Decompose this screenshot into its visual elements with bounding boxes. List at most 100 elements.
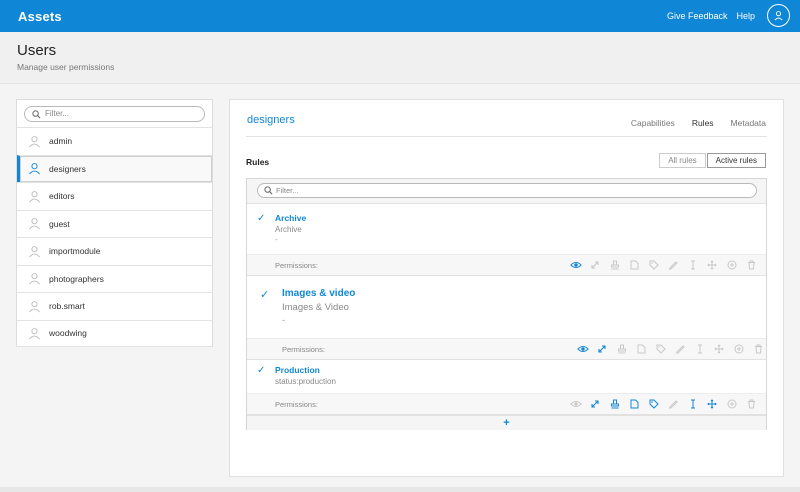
user-icon [29, 300, 40, 313]
pencil-icon[interactable] [671, 342, 691, 356]
user-item-label: admin [49, 136, 73, 147]
user-icon [29, 190, 40, 203]
trash-icon[interactable] [749, 342, 769, 356]
give-feedback-link[interactable]: Give Feedback [667, 11, 728, 21]
permission-icons [566, 397, 761, 411]
user-item-editors[interactable]: editors [17, 182, 212, 210]
permissions-label: Permissions: [282, 345, 325, 354]
rules-toggle: All rules Active rules [659, 153, 766, 168]
user-item-woodwing[interactable]: woodwing [17, 319, 212, 347]
rule-name[interactable]: Archive [275, 213, 306, 223]
user-icon [29, 245, 40, 258]
user-item-photographers[interactable]: photographers [17, 264, 212, 293]
active-rules-button[interactable]: Active rules [706, 153, 766, 168]
rule-filter-placeholder: Filter... [276, 186, 299, 195]
tag-icon[interactable] [651, 342, 671, 356]
rule-production[interactable]: ✓ Production status:production Permissio… [247, 360, 766, 415]
page-bottom-edge [0, 487, 800, 492]
rules-list: Filter... ✓ Archive Archive - Permission… [246, 178, 767, 430]
permissions-row: Permissions: [247, 254, 766, 275]
rule-filter-bar: Filter... [247, 179, 766, 204]
check-icon[interactable]: ✓ [260, 288, 269, 301]
top-bar: Assets Give Feedback Help [0, 0, 800, 32]
permissions-row: Permissions: [247, 338, 766, 359]
plus-circle-icon[interactable] [722, 397, 742, 411]
tab-capabilities[interactable]: Capabilities [631, 118, 675, 128]
rule-name[interactable]: Images & video [282, 288, 355, 299]
check-icon[interactable]: ✓ [257, 365, 265, 376]
top-links: Give Feedback Help [667, 4, 790, 27]
rule-dash: - [282, 315, 285, 325]
move-icon[interactable] [703, 397, 723, 411]
user-icon [29, 273, 40, 285]
user-icon [29, 218, 40, 230]
pencil-icon[interactable] [664, 258, 684, 272]
stamp-icon[interactable] [605, 397, 625, 411]
user-icon [29, 163, 40, 175]
rule-archive[interactable]: ✓ Archive Archive - Permissions: [247, 205, 766, 276]
user-item-label: designers [49, 163, 86, 174]
user-item-importmodule[interactable]: importmodule [17, 237, 212, 265]
tag-icon[interactable] [644, 258, 664, 272]
tag-icon[interactable] [644, 397, 664, 411]
user-item-label: editors [49, 191, 75, 202]
move-icon[interactable] [703, 258, 723, 272]
eye-icon[interactable] [566, 258, 586, 272]
rules-section-label: Rules [246, 157, 270, 167]
eye-icon[interactable] [573, 342, 593, 356]
selected-user-name: designers [247, 114, 295, 126]
page-subtitle: Manage user permissions [17, 62, 115, 72]
expand-icon[interactable] [586, 397, 606, 411]
all-rules-button[interactable]: All rules [659, 153, 706, 168]
permissions-row: Permissions: [247, 393, 766, 414]
user-avatar-button[interactable] [767, 4, 790, 27]
permission-icons [566, 258, 761, 272]
page-header: Users Manage user permissions [0, 32, 800, 84]
plus-circle-icon[interactable] [722, 258, 742, 272]
user-item-designers[interactable]: designers [17, 154, 212, 182]
user-item-label: guest [49, 218, 70, 229]
tab-metadata[interactable]: Metadata [731, 118, 766, 128]
eye-icon[interactable] [566, 397, 586, 411]
user-list-panel: Filter... admin designers editors guest … [16, 99, 213, 347]
permissions-label: Permissions: [275, 400, 318, 409]
tab-rules[interactable]: Rules [692, 118, 714, 128]
document-icon[interactable] [632, 342, 652, 356]
text-cursor-icon[interactable] [690, 342, 710, 356]
user-list: admin designers editors guest importmodu… [17, 127, 212, 347]
user-item-label: woodwing [49, 328, 87, 339]
user-filter-input[interactable]: Filter... [24, 106, 205, 122]
rule-description: status:production [275, 377, 336, 386]
pencil-icon[interactable] [664, 397, 684, 411]
move-icon[interactable] [710, 342, 730, 356]
permissions-label: Permissions: [275, 261, 318, 270]
search-icon [32, 110, 41, 119]
text-cursor-icon[interactable] [683, 258, 703, 272]
help-link[interactable]: Help [736, 11, 755, 21]
rule-images-and-video[interactable]: ✓ Images & video Images & Video - Permis… [247, 276, 766, 360]
rule-description: Images & Video [282, 302, 349, 313]
trash-icon[interactable] [742, 258, 762, 272]
user-icon [29, 327, 40, 340]
user-item-rob-smart[interactable]: rob.smart [17, 292, 212, 320]
document-icon[interactable] [625, 258, 645, 272]
app-brand[interactable]: Assets [18, 9, 62, 24]
expand-icon[interactable] [586, 258, 606, 272]
add-rule-button[interactable]: + [247, 415, 766, 430]
search-icon [264, 186, 273, 195]
stamp-icon[interactable] [605, 258, 625, 272]
page-title: Users [17, 42, 57, 59]
detail-tabs: Capabilities Rules Metadata [614, 118, 766, 128]
trash-icon[interactable] [742, 397, 762, 411]
user-item-admin[interactable]: admin [17, 127, 212, 155]
stamp-icon[interactable] [612, 342, 632, 356]
rule-name[interactable]: Production [275, 365, 320, 375]
expand-icon[interactable] [593, 342, 613, 356]
rule-filter-input[interactable]: Filter... [257, 183, 757, 198]
plus-circle-icon[interactable] [729, 342, 749, 356]
user-item-label: importmodule [49, 246, 101, 257]
check-icon[interactable]: ✓ [257, 213, 265, 224]
document-icon[interactable] [625, 397, 645, 411]
user-item-guest[interactable]: guest [17, 209, 212, 238]
text-cursor-icon[interactable] [683, 397, 703, 411]
